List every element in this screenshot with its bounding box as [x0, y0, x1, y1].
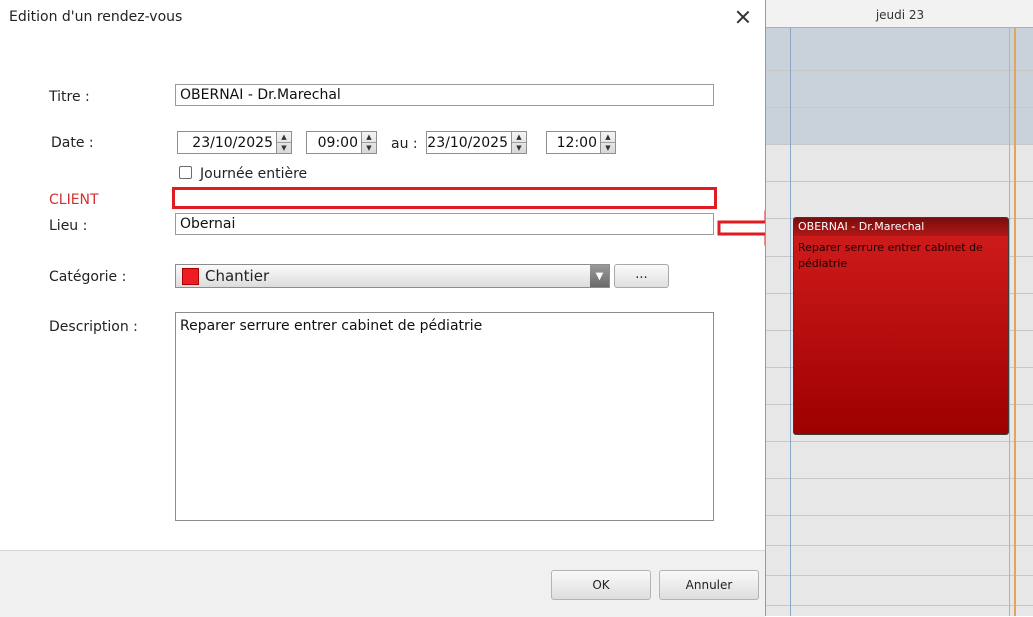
- hour-line: [766, 144, 1033, 145]
- calendar-event[interactable]: OBERNAI - Dr.Marechal Reparer serrure en…: [793, 217, 1009, 435]
- spin-up-icon[interactable]: ▲: [512, 132, 526, 142]
- start-time-spinner[interactable]: 09:00 ▲ ▼: [306, 131, 377, 154]
- au-label: au :: [391, 136, 418, 152]
- close-icon[interactable]: [734, 8, 752, 26]
- column-divider: [790, 28, 791, 616]
- hour-line: [766, 575, 1033, 576]
- all-day-label: Journée entière: [200, 166, 308, 182]
- end-time-spinner[interactable]: 12:00 ▲ ▼: [546, 131, 616, 154]
- start-date-value: 23/10/2025: [192, 134, 273, 151]
- hour-line: [766, 441, 1033, 442]
- spin-down-icon[interactable]: ▼: [277, 142, 291, 153]
- lieu-input[interactable]: Obernai: [175, 213, 714, 235]
- calendar-day-view: jeudi 23 OBERNAI - Dr.Marechal Reparer s…: [765, 0, 1033, 616]
- date-label: Date :: [51, 135, 94, 151]
- description-label: Description :: [49, 319, 138, 335]
- category-color-swatch: [182, 267, 199, 285]
- client-label: CLIENT: [49, 192, 99, 208]
- categorie-value: Chantier: [205, 267, 270, 285]
- hour-line: [766, 545, 1033, 546]
- end-date-value: 23/10/2025: [427, 134, 508, 151]
- hour-line: [766, 515, 1033, 516]
- hour-band: [766, 28, 1033, 144]
- ok-button[interactable]: OK: [551, 570, 651, 600]
- spin-down-icon[interactable]: ▼: [362, 142, 376, 153]
- dialog-footer: OK Annuler: [0, 550, 765, 617]
- event-description: Reparer serrure entrer cabinet de pédiat…: [798, 241, 983, 270]
- category-more-button[interactable]: ...: [614, 264, 669, 288]
- spin-up-icon[interactable]: ▲: [362, 132, 376, 142]
- end-date-spinner[interactable]: 23/10/2025 ▲ ▼: [426, 131, 527, 154]
- dialog-title: Edition d'un rendez-vous: [9, 9, 183, 25]
- day-header: jeudi 23: [766, 0, 1033, 28]
- column-divider: [1009, 28, 1010, 616]
- description-textarea[interactable]: Reparer serrure entrer cabinet de pédiat…: [175, 312, 714, 521]
- start-time-value: 09:00: [317, 134, 358, 151]
- titre-label: Titre :: [49, 89, 90, 105]
- end-time-value: 12:00: [556, 134, 597, 151]
- start-date-spinner[interactable]: 23/10/2025 ▲ ▼: [177, 131, 292, 154]
- spin-down-icon[interactable]: ▼: [601, 142, 615, 153]
- chevron-down-icon[interactable]: ▼: [590, 265, 609, 287]
- cancel-button[interactable]: Annuler: [659, 570, 759, 600]
- hour-line: [766, 605, 1033, 606]
- hour-line: [766, 107, 1033, 108]
- spin-up-icon[interactable]: ▲: [277, 132, 291, 142]
- lieu-label: Lieu :: [49, 218, 88, 234]
- event-title: OBERNAI - Dr.Marechal: [794, 218, 1008, 236]
- categorie-label: Catégorie :: [49, 269, 127, 285]
- categorie-select[interactable]: Chantier ▼: [175, 264, 610, 288]
- client-input[interactable]: [172, 187, 717, 209]
- hour-line: [766, 478, 1033, 479]
- hour-line: [766, 70, 1033, 71]
- titre-input[interactable]: OBERNAI - Dr.Marechal: [175, 84, 714, 106]
- edit-appointment-dialog: Edition d'un rendez-vous Titre : OBERNAI…: [0, 0, 765, 617]
- hour-line: [766, 181, 1033, 182]
- spin-up-icon[interactable]: ▲: [601, 132, 615, 142]
- current-day-marker: [1014, 28, 1016, 616]
- all-day-checkbox[interactable]: [179, 166, 192, 179]
- spin-down-icon[interactable]: ▼: [512, 142, 526, 153]
